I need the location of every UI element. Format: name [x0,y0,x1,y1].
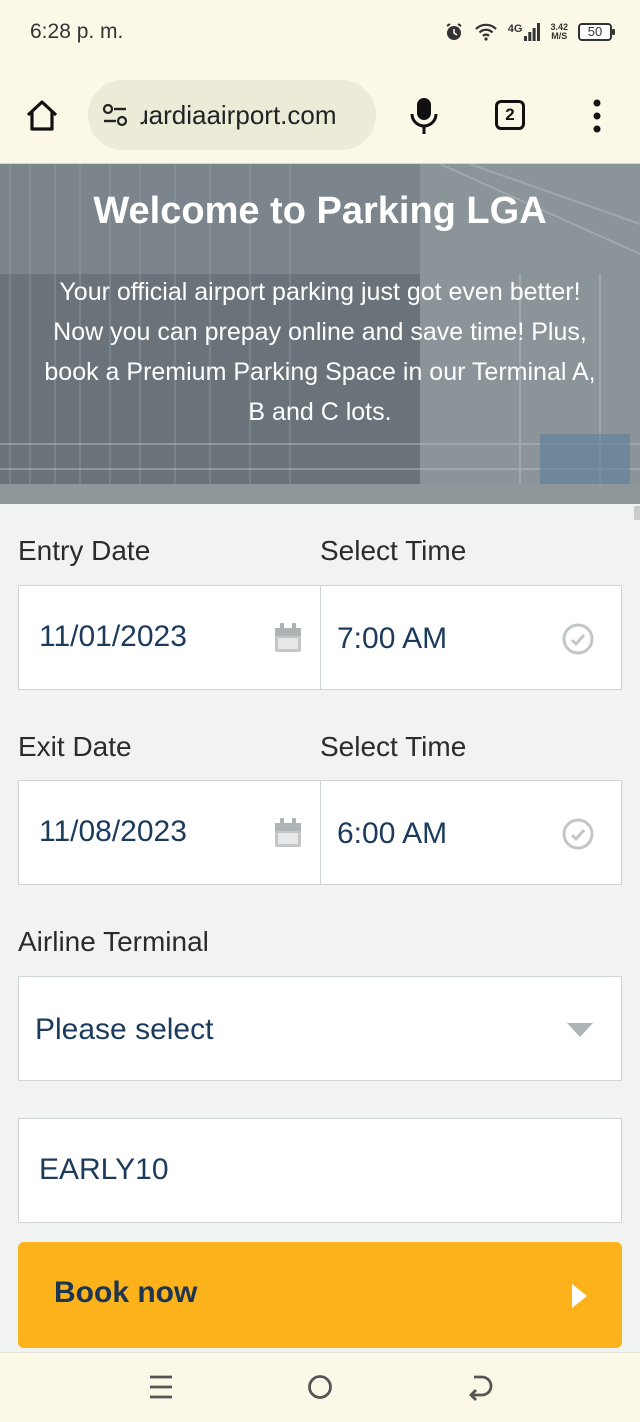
exit-date-field[interactable]: 11/08/2023 [18,780,322,885]
terminal-select-value[interactable]: Please select [35,1013,213,1047]
browser-toolbar: ɹardiaairport.com 2 [0,66,640,164]
home-nav-icon[interactable] [306,1373,334,1401]
back-icon[interactable] [466,1373,494,1401]
address-bar[interactable]: ɹardiaairport.com [88,80,376,150]
page-title: Welcome to Parking LGA [93,190,547,232]
wifi-icon [474,22,498,42]
terminal-label: Airline Terminal [18,926,209,957]
url-text[interactable]: ɹardiaairport.com [140,100,368,131]
entry-time-label: Select Time [320,535,467,566]
tabs-icon[interactable]: 2 [495,100,525,130]
play-arrow-icon[interactable] [570,1283,588,1314]
hero-banner: Welcome to Parking LGA Your official air… [0,164,640,504]
network-type: 4G [507,23,523,35]
exit-time-value[interactable]: 6:00 AM [337,817,447,851]
entry-date-value[interactable]: 11/01/2023 [39,620,187,654]
exit-time-label: Select Time [320,731,467,762]
exit-date-value[interactable]: 11/08/2023 [39,815,187,849]
entry-date-field[interactable]: 11/01/2023 [18,585,322,690]
promo-code-value[interactable]: EARLY10 [39,1153,169,1187]
terminal-select[interactable]: Please select [18,976,622,1081]
exit-time-field[interactable]: 6:00 AM [320,780,622,885]
status-time: 6:28 p. m. [30,20,124,43]
recent-apps-icon[interactable] [148,1373,174,1401]
status-bar: 6:28 p. m. 4G 3.42 M/S 50 [0,0,640,66]
entry-time-field[interactable]: 7:00 AM [320,585,622,690]
mic-icon[interactable] [406,96,442,136]
calendar-icon[interactable] [273,817,303,854]
home-icon[interactable] [22,96,62,136]
scrollbar[interactable] [634,506,640,520]
chevron-down-icon[interactable] [565,1021,595,1044]
book-now-label[interactable]: Book now [54,1276,197,1310]
alarm-icon [444,22,464,42]
book-now-button[interactable]: Book now [18,1242,622,1348]
hero-description: Your official airport parking just got e… [44,278,596,426]
battery-icon: 50 [578,23,615,41]
network-speed: 3.42 M/S [550,22,568,41]
exit-date-label: Exit Date [18,731,132,762]
calendar-icon[interactable] [273,622,303,659]
system-nav-bar [0,1352,640,1422]
more-vert-icon[interactable] [585,96,609,136]
clock-icon[interactable] [561,622,595,661]
clock-icon[interactable] [561,817,595,856]
promo-code-input[interactable]: EARLY10 [18,1118,622,1223]
tune-icon[interactable] [102,103,128,132]
entry-date-label: Entry Date [18,535,151,566]
entry-time-value[interactable]: 7:00 AM [337,622,447,656]
status-icons: 4G 3.42 M/S 50 [444,18,615,46]
signal-icon: 4G [508,23,541,41]
